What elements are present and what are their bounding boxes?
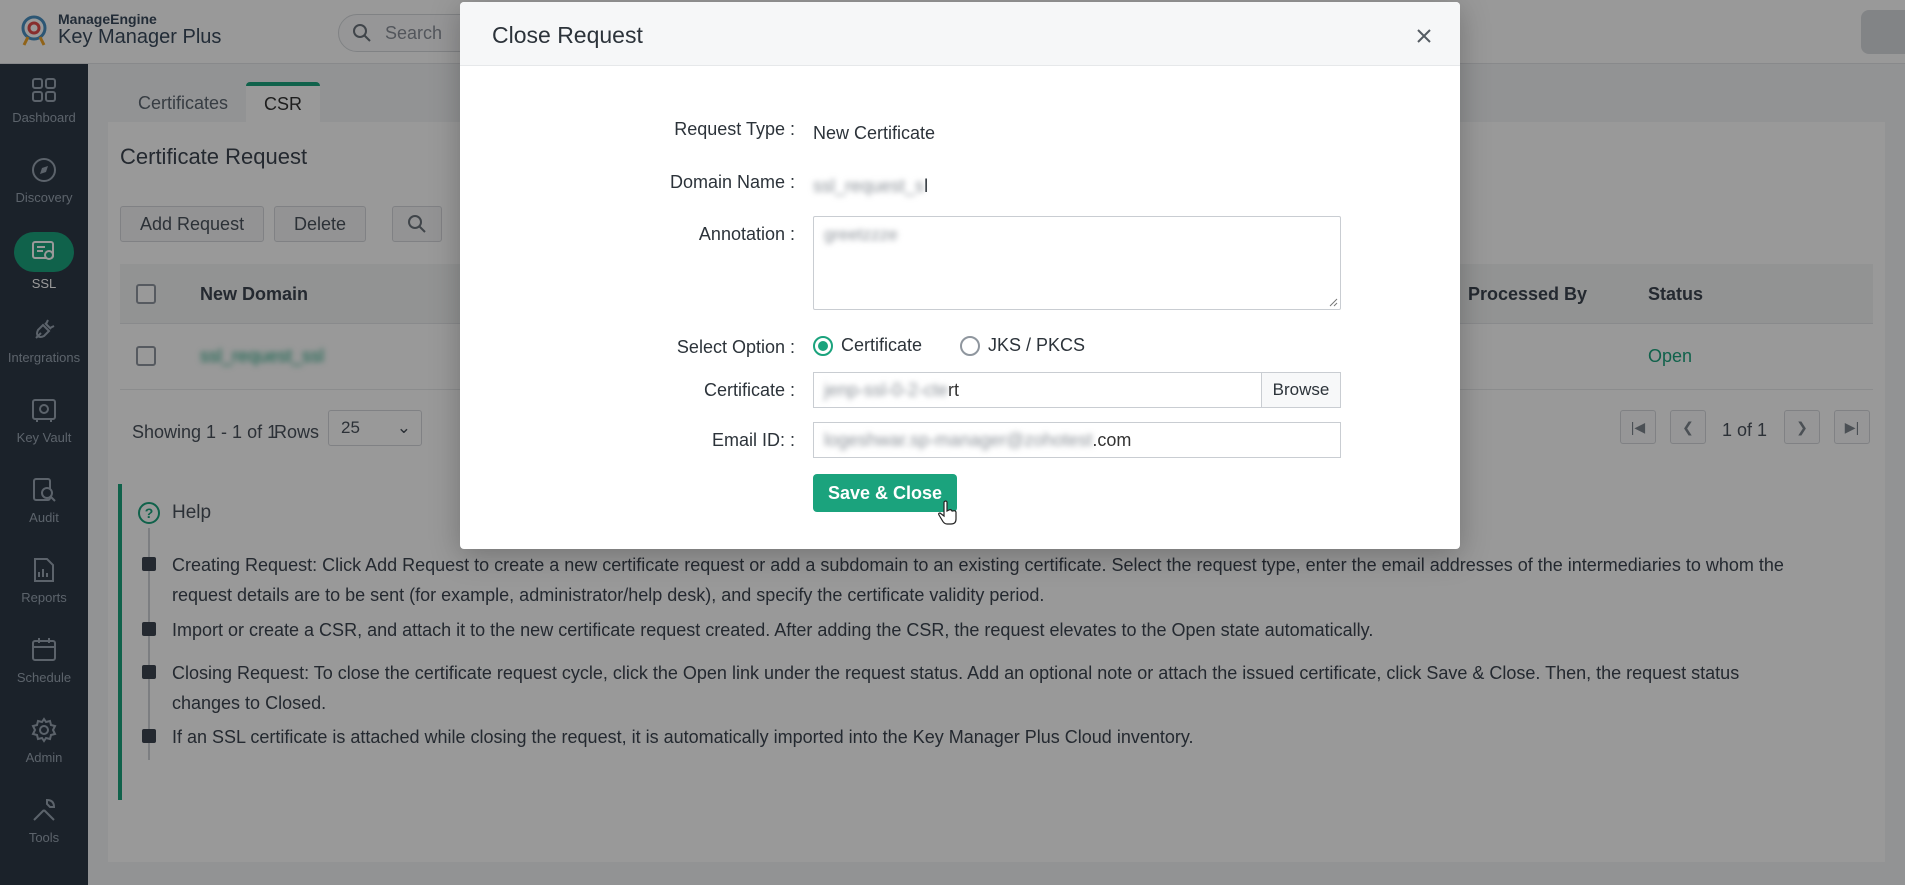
dialog-header: Close Request <box>460 2 1460 66</box>
domain-name-value: ssl_request_sl <box>813 176 929 196</box>
hand-cursor-icon <box>938 500 957 525</box>
radio-checked-icon <box>813 335 833 356</box>
request-type-label: Request Type : <box>674 119 795 139</box>
email-label: Email ID: : <box>711 430 795 450</box>
resize-handle-icon[interactable] <box>1328 297 1338 307</box>
option-certificate-label: Certificate <box>841 335 923 355</box>
option-jks-radio[interactable]: JKS / PKCS <box>960 335 1085 356</box>
browse-button[interactable]: Browse <box>1261 372 1341 408</box>
radio-unchecked-icon <box>960 335 980 356</box>
option-jks-label: JKS / PKCS <box>988 335 1086 355</box>
select-option-label: Select Option : <box>676 337 795 357</box>
close-request-dialog: Close Request Request Type : New Certifi… <box>460 2 1460 549</box>
certificate-label: Certificate : <box>703 380 795 400</box>
annotation-label: Annotation : <box>698 224 795 244</box>
domain-name-label: Domain Name : <box>669 172 795 192</box>
annotation-textarea[interactable]: greetzzze <box>813 216 1341 310</box>
request-type-value: New Certificate <box>813 123 936 143</box>
close-icon[interactable] <box>1414 26 1434 46</box>
email-field[interactable]: logeshwar.sp-manager@zohotest.com <box>813 422 1341 458</box>
dialog-title: Close Request <box>492 22 643 48</box>
option-certificate-radio[interactable]: Certificate <box>813 335 922 356</box>
save-and-close-button[interactable]: Save & Close <box>813 474 957 512</box>
certificate-file-input[interactable]: jenp-ssl-0-2-ctert <box>813 372 1261 408</box>
